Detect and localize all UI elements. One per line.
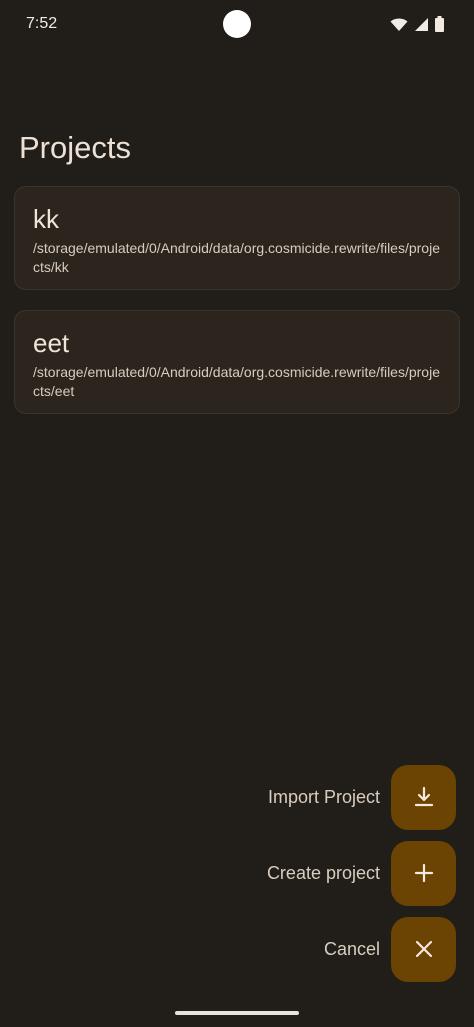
project-path: /storage/emulated/0/Android/data/org.cos… [33,240,440,275]
status-time: 7:52 [26,15,58,32]
project-name: eet [33,328,70,358]
status-bar: 7:52 [0,0,474,48]
cell-signal-icon [414,17,429,32]
cancel-row: Cancel [156,916,456,982]
import-project-button[interactable] [391,764,456,830]
home-indicator[interactable] [175,1011,299,1015]
project-card-eet[interactable]: eet /storage/emulated/0/Android/data/org… [14,310,460,414]
cancel-label[interactable]: Cancel [324,939,380,960]
plus-icon [414,863,434,883]
project-path: /storage/emulated/0/Android/data/org.cos… [33,364,440,399]
close-icon [415,940,433,958]
download-icon [413,786,435,808]
create-project-button[interactable] [391,840,456,906]
status-icons [390,15,444,33]
project-list: kk /storage/emulated/0/Android/data/org.… [14,186,460,434]
project-card-kk[interactable]: kk /storage/emulated/0/Android/data/org.… [14,186,460,290]
camera-cutout [223,10,251,38]
page-title: Projects [19,130,131,165]
import-project-label[interactable]: Import Project [268,787,380,808]
battery-icon [435,16,444,32]
import-project-row: Import Project [156,764,456,830]
wifi-icon [390,17,408,32]
fab-menu: Import Project Create project Cancel [156,764,456,992]
cancel-button[interactable] [391,916,456,982]
project-name: kk [33,204,59,234]
create-project-row: Create project [156,840,456,906]
create-project-label[interactable]: Create project [267,863,380,884]
